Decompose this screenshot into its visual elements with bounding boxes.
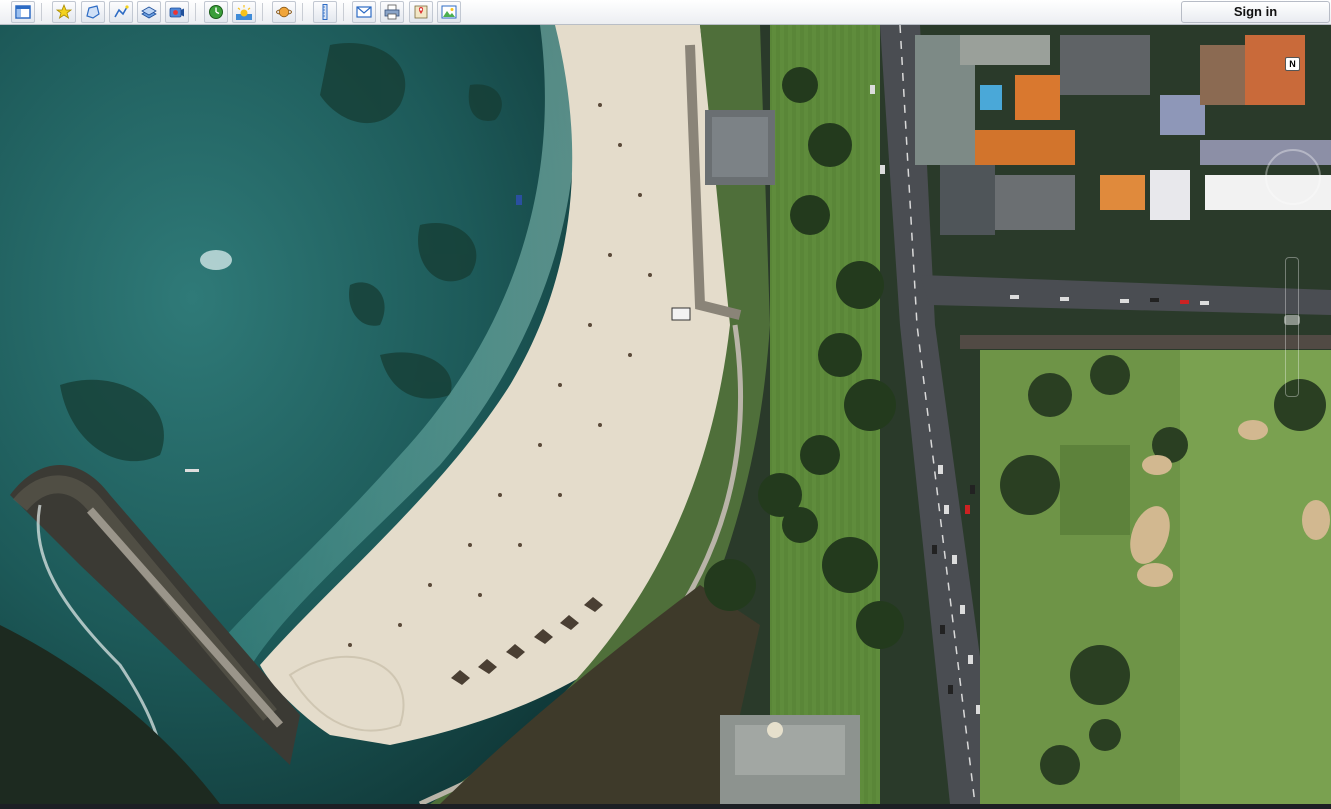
email-button[interactable] <box>352 1 376 23</box>
view-in-maps-button[interactable] <box>409 1 433 23</box>
sidebar-toggle-button[interactable] <box>11 1 35 23</box>
zoom-slider[interactable] <box>1285 257 1299 397</box>
save-image-button[interactable] <box>437 1 461 23</box>
map-viewport[interactable]: N <box>0 25 1331 804</box>
maps-icon <box>414 5 428 19</box>
clock-icon <box>209 5 223 19</box>
polygon-icon <box>86 5 100 19</box>
ruler-icon <box>322 4 328 20</box>
historical-imagery-button[interactable] <box>204 1 228 23</box>
toolbar-separator <box>262 3 263 21</box>
record-tour-icon <box>169 7 184 18</box>
print-button[interactable] <box>380 1 404 23</box>
toolbar-separator <box>343 3 344 21</box>
add-path-button[interactable] <box>109 1 133 23</box>
save-image-icon <box>441 5 457 19</box>
sign-in-button[interactable]: Sign in <box>1181 1 1330 23</box>
record-tour-button[interactable] <box>165 1 189 23</box>
zoom-slider-thumb[interactable] <box>1284 315 1300 325</box>
add-image-overlay-button[interactable] <box>137 1 161 23</box>
compass-north-label[interactable]: N <box>1285 57 1300 71</box>
print-icon <box>384 4 400 20</box>
toolbar-separator <box>195 3 196 21</box>
toolbar: Sign in <box>0 0 1331 25</box>
satellite-imagery <box>0 25 1331 804</box>
switch-planet-button[interactable] <box>272 1 296 23</box>
toolbar-separator <box>302 3 303 21</box>
planet-icon <box>276 6 292 18</box>
path-icon <box>114 5 129 18</box>
look-joystick[interactable] <box>1265 149 1321 205</box>
sun-icon <box>236 5 252 20</box>
status-bar <box>0 804 1331 809</box>
sidebar-icon <box>15 5 31 19</box>
placemark-star-icon <box>56 4 72 19</box>
ruler-button[interactable] <box>313 1 337 23</box>
toolbar-separator <box>41 3 42 21</box>
image-overlay-icon <box>141 6 157 19</box>
sunlight-button[interactable] <box>232 1 256 23</box>
add-placemark-button[interactable] <box>52 1 76 23</box>
email-icon <box>356 6 372 18</box>
add-polygon-button[interactable] <box>81 1 105 23</box>
